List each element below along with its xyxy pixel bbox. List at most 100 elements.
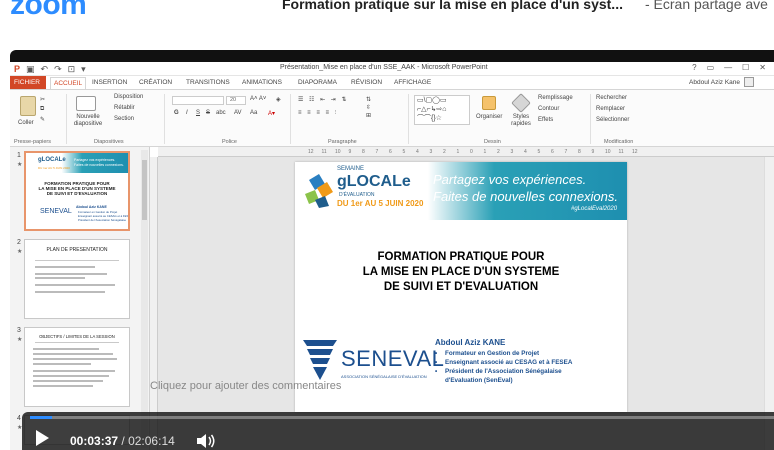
undo-icon[interactable]: ↶ bbox=[41, 64, 49, 75]
align-buttons[interactable]: ≡ ≡ ≡ ≡ ⫶ bbox=[298, 110, 338, 117]
new-slide-icon[interactable] bbox=[76, 96, 96, 111]
find-button[interactable]: Rechercher bbox=[596, 95, 627, 101]
ribbon-home: Coller ✂ ⧉ ✎ Presse-papiers Nouvelle dia… bbox=[10, 89, 774, 147]
font-size-select[interactable]: 20 bbox=[226, 96, 246, 105]
thumbnails-scrollbar[interactable] bbox=[141, 150, 148, 448]
maximize-button[interactable]: ☐ bbox=[742, 63, 749, 72]
replace-button[interactable]: Remplacer bbox=[596, 106, 625, 112]
credential-item: Président de l'Association Sénégalaise bbox=[435, 367, 625, 376]
present-icon[interactable]: ⊡ bbox=[68, 64, 76, 75]
clear-format-icon[interactable]: ◈ bbox=[276, 96, 281, 103]
select-button[interactable]: Sélectionner bbox=[596, 117, 629, 123]
case-button[interactable]: Aa bbox=[250, 110, 257, 116]
ribbon-display-icon[interactable]: ▭ bbox=[707, 63, 715, 72]
ruler-mark: 2 bbox=[443, 149, 446, 155]
tab-insert[interactable]: INSERTION bbox=[92, 79, 127, 86]
font-color-button[interactable]: A▾ bbox=[268, 110, 275, 117]
paste-button[interactable]: Coller bbox=[18, 120, 34, 126]
canvas-scrollbar[interactable] bbox=[764, 157, 774, 450]
video-player[interactable]: P ▣ ↶ ↷ ⊡ ▾ Présentation_Mise en place d… bbox=[10, 50, 774, 450]
ppt-titlebar: P ▣ ↶ ↷ ⊡ ▾ Présentation_Mise en place d… bbox=[10, 62, 774, 76]
thumb-line bbox=[33, 375, 109, 377]
redo-icon[interactable]: ↷ bbox=[54, 64, 62, 75]
reset-button[interactable]: Rétablir bbox=[114, 105, 135, 111]
credential-item: Enseignant associé au CESAG et à FESEA bbox=[435, 358, 625, 367]
tab-transitions[interactable]: TRANSITIONS bbox=[186, 79, 230, 86]
thumb-line bbox=[33, 385, 93, 387]
arrange-button[interactable]: Organiser bbox=[476, 114, 502, 120]
tab-animations[interactable]: ANIMATIONS bbox=[242, 79, 282, 86]
thumb-bullet: Président de l'Association Sénégalaise bbox=[78, 218, 127, 222]
smartart-icon[interactable]: ⊞ bbox=[366, 112, 371, 119]
tab-slideshow[interactable]: DIAPORAMA bbox=[298, 79, 337, 86]
video-progress-bar[interactable] bbox=[30, 416, 774, 419]
notes-placeholder[interactable]: Cliquez pour ajouter des commentaires bbox=[150, 380, 341, 392]
banner-glocale: gLOCALe bbox=[337, 173, 411, 190]
scrollbar-thumb[interactable] bbox=[142, 160, 147, 220]
tab-review[interactable]: RÉVISION bbox=[351, 79, 382, 86]
shape-outline-button[interactable]: Contour bbox=[538, 106, 559, 112]
thumb-tag2: Faites de nouvelles connexions. bbox=[74, 163, 124, 167]
thumb-line bbox=[33, 380, 103, 382]
shape-fill-button[interactable]: Remplissage bbox=[538, 95, 573, 101]
align-text-icon[interactable]: ⇳ bbox=[366, 104, 371, 111]
ruler-mark: 5 bbox=[402, 149, 406, 155]
text-direction-icon[interactable]: ⇅ bbox=[366, 96, 371, 103]
tab-file[interactable]: FICHIER bbox=[10, 76, 46, 89]
ruler-mark: 6 bbox=[551, 149, 554, 155]
thumb-title: PLAN DE PRESENTATION bbox=[46, 247, 108, 253]
minimize-button[interactable]: — bbox=[724, 63, 732, 72]
slide-thumbnails-panel: 1 ★ gLOCALe DU 1er AU 5 JUIN 2020 Partag… bbox=[10, 147, 150, 450]
thumb-divider bbox=[35, 260, 119, 261]
paste-icon[interactable] bbox=[20, 96, 36, 116]
current-slide[interactable]: SEMAINE gLOCALe D'ÉVALUATION DU 1er AU 5… bbox=[295, 162, 627, 412]
play-icon[interactable] bbox=[36, 430, 49, 446]
thumb-title: OBJECTIFS / LIMITES DE LA SESSION bbox=[39, 334, 115, 339]
ruler-mark: 5 bbox=[537, 149, 541, 155]
list-buttons[interactable]: ☰ ☷ ⇤ ⇥ ⇅ bbox=[298, 96, 349, 103]
tab-design[interactable]: CRÉATION bbox=[139, 79, 172, 86]
slide-thumbnail-2[interactable]: PLAN DE PRESENTATION bbox=[24, 239, 130, 319]
quick-styles-button[interactable]: Styles rapides bbox=[508, 114, 534, 128]
thumb-line bbox=[33, 353, 113, 355]
tab-home[interactable]: ACCUEIL bbox=[50, 77, 87, 89]
arrange-icon[interactable] bbox=[482, 96, 496, 110]
spacing-button[interactable]: AV bbox=[234, 110, 242, 116]
ruler-mark: 3 bbox=[429, 149, 433, 155]
ribbon-separator bbox=[66, 94, 67, 144]
copy-icon[interactable]: ⧉ bbox=[40, 106, 44, 113]
ribbon-separator bbox=[290, 94, 291, 144]
ruler-mark: 7 bbox=[375, 149, 379, 155]
credential-item: d'Evaluation (SenEval) bbox=[445, 377, 513, 384]
customize-qat-icon[interactable]: ▾ bbox=[81, 64, 86, 75]
strike-button[interactable]: S bbox=[206, 110, 210, 116]
shapes-gallery[interactable]: ▭\▢◯▭ ⌐△⌐↳⇨⌂ ⌒⌒{}☆ bbox=[414, 95, 470, 125]
underline-button[interactable]: S bbox=[196, 110, 200, 116]
cut-icon[interactable]: ✂ bbox=[40, 96, 45, 103]
shape-effects-button[interactable]: Effets bbox=[538, 117, 553, 123]
slide-thumbnail-1[interactable]: gLOCALe DU 1er AU 5 JUIN 2020 Partagez v… bbox=[24, 151, 130, 231]
tab-view[interactable]: AFFICHAGE bbox=[394, 79, 431, 86]
ruler-mark: 9 bbox=[348, 149, 352, 155]
banner-dates: DU 1er AU 5 JUIN 2020 bbox=[337, 199, 424, 208]
avatar[interactable] bbox=[744, 77, 754, 87]
quick-access-toolbar: P ▣ ↶ ↷ ⊡ ▾ bbox=[14, 64, 86, 75]
volume-icon[interactable] bbox=[196, 434, 216, 448]
zoom-logo[interactable]: zoom bbox=[10, 0, 87, 18]
close-button[interactable]: ✕ bbox=[759, 63, 766, 72]
new-slide-button[interactable]: Nouvelle diapositive bbox=[70, 114, 106, 128]
user-name[interactable]: Abdoul Aziz Kane bbox=[689, 79, 740, 86]
bold-button[interactable]: G bbox=[174, 110, 179, 116]
font-grow-icon[interactable]: A˄ A˅ bbox=[250, 96, 266, 102]
layout-button[interactable]: Disposition bbox=[114, 94, 143, 100]
ruler-mark: 10 bbox=[605, 149, 611, 155]
slide-thumbnail-3[interactable]: OBJECTIFS / LIMITES DE LA SESSION bbox=[24, 327, 130, 407]
shadow-button[interactable]: abc bbox=[216, 110, 226, 116]
format-painter-icon[interactable]: ✎ bbox=[40, 116, 45, 123]
font-name-select[interactable] bbox=[172, 96, 224, 105]
help-button[interactable]: ? bbox=[692, 63, 696, 72]
save-icon[interactable]: ▣ bbox=[26, 64, 35, 75]
section-button[interactable]: Section bbox=[114, 116, 134, 122]
quick-styles-icon[interactable] bbox=[511, 93, 531, 113]
italic-button[interactable]: I bbox=[186, 110, 188, 116]
